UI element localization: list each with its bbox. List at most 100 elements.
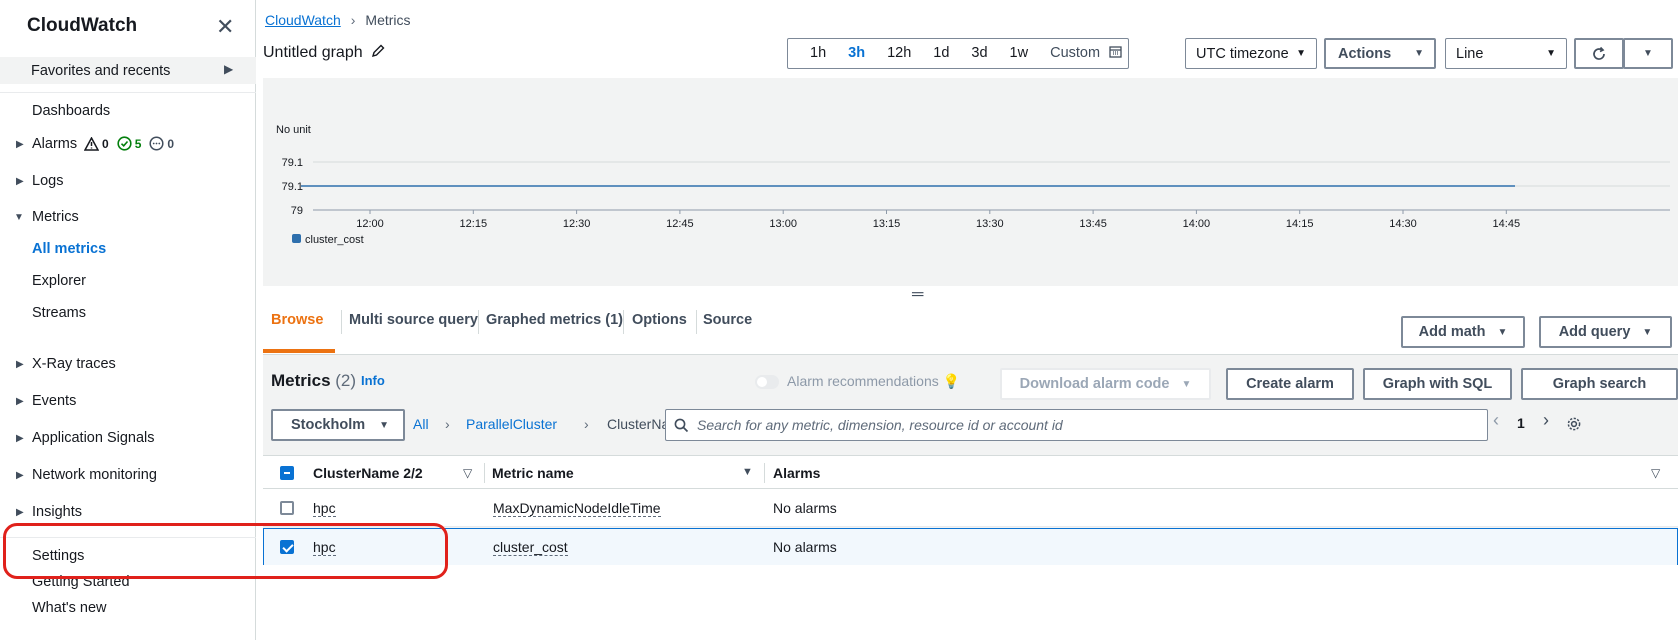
column-header-metric-name[interactable]: Metric name <box>492 465 574 481</box>
refresh-options-dropdown[interactable]: ▼ <box>1623 38 1673 69</box>
namespace-parallelcluster-link[interactable]: ParallelCluster <box>466 416 557 432</box>
divider <box>484 463 485 483</box>
sort-filter-icon[interactable]: ▽ <box>463 466 472 480</box>
sidebar-item-events[interactable]: Events <box>32 393 76 409</box>
sidebar-item-logs[interactable]: Logs <box>32 173 63 189</box>
region-dropdown[interactable]: Stockholm ▼ <box>271 409 405 441</box>
custom-label: Custom <box>1050 45 1101 61</box>
search-icon <box>674 418 689 432</box>
x-tick-label: 13:30 <box>976 218 1004 230</box>
tab-multi-source-query[interactable]: Multi source query <box>349 312 478 328</box>
caret-down-icon: ▼ <box>1414 48 1424 59</box>
current-page[interactable]: 1 <box>1517 415 1525 431</box>
caret-down-icon: ▼ <box>1642 326 1653 338</box>
time-range-3d[interactable]: 3d <box>960 39 998 68</box>
row-checkbox-checked[interactable] <box>280 540 294 554</box>
sidebar-item-all-metrics[interactable]: All metrics <box>32 241 106 257</box>
metric-search-input[interactable] <box>697 417 1477 433</box>
namespace-all-link[interactable]: All <box>413 416 429 432</box>
metric-search <box>665 409 1488 441</box>
sidebar-item-xray[interactable]: X-Ray traces <box>32 356 116 372</box>
x-tick-label: 12:45 <box>666 218 694 230</box>
chart-type-dropdown[interactable]: Line ▼ <box>1445 38 1567 69</box>
sidebar-item-application-signals[interactable]: Application Signals <box>32 430 155 446</box>
sidebar-item-whats-new[interactable]: What's new <box>32 600 107 616</box>
sort-descending-icon[interactable]: ▼ <box>742 466 753 478</box>
time-range-3h[interactable]: 3h <box>837 39 876 68</box>
alarm-recommendations-toggle[interactable] <box>755 375 779 389</box>
add-query-button[interactable]: Add query ▼ <box>1539 316 1672 348</box>
graph-search-button[interactable]: Graph search <box>1521 368 1678 400</box>
time-range-1w[interactable]: 1w <box>999 39 1040 68</box>
refresh-button[interactable] <box>1574 38 1624 69</box>
sidebar-item-insights[interactable]: Insights <box>32 504 82 520</box>
select-all-checkbox[interactable] <box>280 466 294 480</box>
actions-dropdown[interactable]: Actions ▼ <box>1324 38 1436 69</box>
table-row[interactable]: hpc MaxDynamicNodeIdleTime No alarms <box>263 489 1678 527</box>
row-checkbox[interactable] <box>280 501 294 515</box>
y-tick-label: 79.1 <box>282 157 303 169</box>
x-tick-label: 12:30 <box>563 218 591 230</box>
tab-options[interactable]: Options <box>632 312 687 328</box>
sidebar-item-network-monitoring[interactable]: Network monitoring <box>32 467 157 483</box>
time-range-custom[interactable]: Custom <box>1039 39 1128 68</box>
metric-name-cell[interactable]: MaxDynamicNodeIdleTime <box>493 500 661 517</box>
alarm-status-badges: 0 5 0 <box>84 136 174 151</box>
sidebar-item-metrics[interactable]: Metrics <box>32 209 79 225</box>
cluster-name-cell[interactable]: hpc <box>313 500 336 517</box>
divider <box>478 310 479 334</box>
sidebar-item-alarms[interactable]: Alarms <box>32 136 77 152</box>
actions-label: Actions <box>1338 45 1392 62</box>
alarms-cell: No alarms <box>773 500 837 516</box>
x-tick-label: 14:45 <box>1493 218 1521 230</box>
graph-with-sql-button[interactable]: Graph with SQL <box>1363 368 1512 400</box>
region-label: Stockholm <box>291 417 366 433</box>
timezone-dropdown[interactable]: UTC timezone ▼ <box>1185 38 1317 69</box>
sidebar-item-settings[interactable]: Settings <box>32 548 84 564</box>
breadcrumb-cloudwatch-link[interactable]: CloudWatch <box>265 12 341 28</box>
sidebar-item-getting-started[interactable]: Getting Started <box>32 574 130 590</box>
metric-name-cell[interactable]: cluster_cost <box>493 539 568 556</box>
x-tick-label: 12:15 <box>460 218 488 230</box>
next-page-icon[interactable]: › <box>1543 410 1549 431</box>
y-axis-unit-label: No unit <box>276 124 311 136</box>
divider <box>764 463 765 483</box>
edit-pencil-icon[interactable] <box>371 44 385 58</box>
time-range-selector: 1h 3h 12h 1d 3d 1w Custom <box>787 38 1130 69</box>
tab-graphed-metrics[interactable]: Graphed metrics (1) <box>486 312 623 328</box>
check-circle-icon <box>117 136 132 151</box>
x-tick-label: 13:15 <box>873 218 901 230</box>
table-row-selected[interactable]: hpc cluster_cost No alarms <box>263 528 1678 566</box>
create-alarm-button[interactable]: Create alarm <box>1226 368 1354 400</box>
graph-title[interactable]: Untitled graph <box>263 44 385 62</box>
close-icon[interactable]: ✕ <box>216 16 234 38</box>
sort-filter-icon[interactable]: ▽ <box>1651 466 1660 480</box>
line-chart[interactable]: No unit 79.1 79.1 79 12:00 12:15 12:30 12:45 13:… <box>263 78 1678 286</box>
tab-source[interactable]: Source <box>703 312 752 328</box>
caret-down-icon: ▼ <box>379 419 390 431</box>
sidebar-item-dashboards[interactable]: Dashboards <box>32 103 110 119</box>
previous-page-icon[interactable]: ‹ <box>1493 410 1499 431</box>
metrics-browse-panel: Metrics (2) Info Alarm recommendations 💡… <box>263 355 1678 640</box>
caret-down-icon: ▼ <box>1546 48 1556 59</box>
add-math-button[interactable]: Add math ▼ <box>1401 316 1525 348</box>
chart-type-label: Line <box>1456 45 1484 62</box>
caret-right-icon: ▶ <box>224 62 234 76</box>
column-header-clustername[interactable]: ClusterName 2/2 <box>313 465 423 481</box>
cluster-name-cell[interactable]: hpc <box>313 539 336 556</box>
sidebar-item-streams[interactable]: Streams <box>32 305 86 321</box>
gear-icon[interactable] <box>1566 416 1582 432</box>
download-alarm-code-button[interactable]: Download alarm code ▼ <box>1000 368 1211 400</box>
graph-panel: No unit 79.1 79.1 79 12:00 12:15 12:30 12:45 13:… <box>263 78 1678 286</box>
time-range-12h[interactable]: 12h <box>876 39 922 68</box>
alarm-count-insufficient: 0 <box>167 136 175 151</box>
sidebar-item-explorer[interactable]: Explorer <box>32 273 86 289</box>
time-range-1d[interactable]: 1d <box>922 39 960 68</box>
info-link[interactable]: Info <box>361 373 385 388</box>
tab-browse[interactable]: Browse <box>271 312 323 328</box>
favorites-and-recents[interactable]: Favorites and recents ▶ <box>0 57 256 84</box>
alarm-count-in-alarm: 0 <box>102 136 109 151</box>
chevron-right-icon: › <box>445 416 450 432</box>
column-header-alarms[interactable]: Alarms <box>773 465 820 481</box>
time-range-1h[interactable]: 1h <box>788 39 837 68</box>
